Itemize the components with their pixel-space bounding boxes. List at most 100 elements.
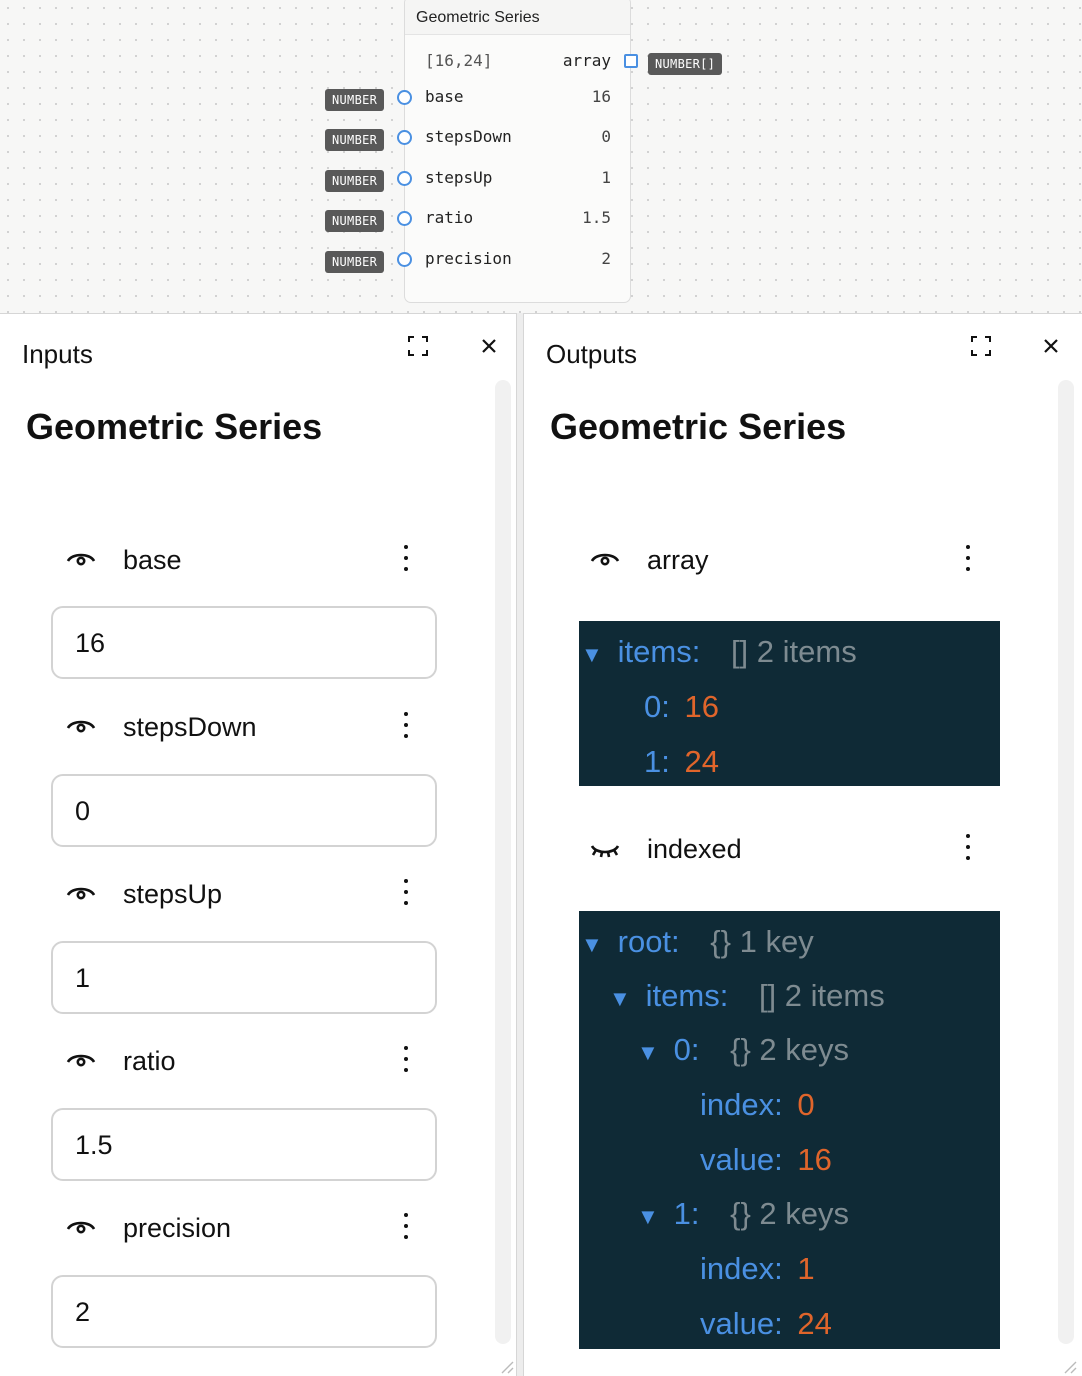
maximize-button[interactable] [404, 332, 432, 360]
outputs-panel: Outputs Geometric Series array ▼ items: … [523, 313, 1082, 1376]
input-label: stepsUp [425, 168, 493, 187]
json-entry: 0: 16 [644, 689, 719, 729]
panel-heading: Geometric Series [550, 406, 847, 447]
json-key: value: [700, 1142, 783, 1177]
more-options-button[interactable] [963, 543, 973, 573]
json-meta: {} 2 keys [730, 1196, 850, 1231]
more-options-button[interactable] [401, 710, 411, 740]
json-key: 1: [644, 744, 670, 779]
json-key: index: [700, 1251, 783, 1286]
precision-input[interactable]: 2 [51, 1275, 437, 1348]
input-port-stepsdown[interactable] [397, 130, 412, 145]
close-button[interactable] [1037, 332, 1065, 360]
node-input-row: stepsDown 0 [397, 125, 630, 149]
field-name: precision [123, 1213, 232, 1243]
output-type-tag: NUMBER[] [648, 53, 723, 75]
eye-icon[interactable] [590, 547, 620, 574]
collapse-triangle-icon[interactable]: ▼ [609, 986, 637, 1012]
node-input-row: stepsUp 1 [397, 166, 630, 190]
input-label: base [425, 87, 464, 106]
field-name: stepsUp [123, 879, 223, 909]
base-input[interactable]: 16 [51, 606, 437, 679]
eye-closed-icon[interactable] [590, 840, 620, 865]
field-header: stepsUp [52, 873, 432, 913]
eye-icon[interactable] [66, 881, 96, 908]
json-entry: index: 1 [700, 1251, 815, 1291]
json-value: 24 [797, 1306, 832, 1341]
json-meta: [] 2 items [730, 634, 857, 669]
json-meta: {} 2 keys [730, 1032, 850, 1067]
json-meta: {} 1 key [710, 924, 814, 959]
ratio-input[interactable]: 1.5 [51, 1108, 437, 1181]
json-viewer-array: ▼ items: [] 2 items 0: 16 1: 24 [579, 621, 1000, 786]
input-value: 1 [601, 168, 611, 187]
eye-icon[interactable] [66, 547, 96, 574]
eye-icon[interactable] [66, 1215, 96, 1242]
json-key: 0: [673, 1032, 700, 1067]
collapse-triangle-icon[interactable]: ▼ [637, 1204, 665, 1230]
maximize-icon [408, 336, 428, 356]
collapse-triangle-icon[interactable]: ▼ [581, 642, 609, 668]
input-port-stepsup[interactable] [397, 171, 412, 186]
panel-label: Inputs [22, 339, 93, 369]
json-node-items[interactable]: ▼ items: [] 2 items [581, 634, 857, 674]
field-header: base [52, 539, 432, 579]
output-preview: [16,24] [425, 51, 493, 70]
input-port-ratio[interactable] [397, 211, 412, 226]
scrollbar[interactable] [1058, 380, 1074, 1344]
field-header: ratio [52, 1040, 432, 1080]
json-node-root[interactable]: ▼ root: {} 1 key [581, 924, 814, 964]
json-key: index: [700, 1087, 783, 1122]
stepsup-input[interactable]: 1 [51, 941, 437, 1014]
collapse-triangle-icon[interactable]: ▼ [637, 1040, 665, 1066]
node-input-row: base 16 [397, 85, 630, 109]
input-label: stepsDown [425, 127, 512, 146]
field-name: ratio [123, 1046, 176, 1076]
field-header: indexed [576, 828, 970, 868]
collapse-triangle-icon[interactable]: ▼ [581, 932, 609, 958]
input-type-tag: NUMBER [325, 89, 385, 111]
node-output-row: [16,24] array [405, 49, 638, 73]
scrollbar[interactable] [495, 380, 511, 1344]
eye-icon[interactable] [66, 714, 96, 741]
json-value: 16 [797, 1142, 832, 1177]
geometric-series-node[interactable]: Geometric Series [16,24] array base 16 s… [397, 0, 638, 303]
json-key: value: [700, 1306, 783, 1341]
field-name: base [123, 545, 182, 575]
input-label: ratio [425, 208, 474, 227]
more-options-button[interactable] [401, 1211, 411, 1241]
maximize-button[interactable] [967, 332, 995, 360]
stepsdown-input[interactable]: 0 [51, 774, 437, 847]
json-entry: value: 16 [700, 1142, 832, 1182]
eye-icon[interactable] [66, 1048, 96, 1075]
more-options-button[interactable] [401, 877, 411, 907]
close-icon [482, 339, 496, 353]
json-node-item[interactable]: ▼ 1: {} 2 keys [637, 1196, 849, 1236]
json-meta: [] 2 items [758, 978, 885, 1013]
input-type-tag: NUMBER [325, 251, 385, 273]
input-type-tag: NUMBER [325, 129, 385, 151]
json-key: 1: [673, 1196, 700, 1231]
close-button[interactable] [475, 332, 503, 360]
more-options-button[interactable] [401, 1044, 411, 1074]
input-label: precision [425, 249, 512, 268]
more-options-button[interactable] [963, 832, 973, 862]
field-name: indexed [647, 834, 742, 864]
input-port-base[interactable] [397, 90, 412, 105]
json-value: 1 [797, 1251, 815, 1286]
json-node-item[interactable]: ▼ 0: {} 2 keys [637, 1032, 849, 1072]
json-node-items[interactable]: ▼ items: [] 2 items [609, 978, 885, 1018]
field-name: stepsDown [123, 712, 257, 742]
input-value: 1.5 [582, 208, 611, 227]
input-port-precision[interactable] [397, 252, 412, 267]
json-value: 24 [684, 744, 719, 779]
output-port-array[interactable] [624, 54, 638, 68]
json-key: items: [617, 634, 701, 669]
more-options-button[interactable] [401, 543, 411, 573]
resize-handle-icon[interactable] [498, 1358, 514, 1374]
json-value: 16 [684, 689, 719, 724]
inputs-panel: Inputs Geometric Series base 16 stepsDow… [0, 313, 517, 1376]
json-key: 0: [644, 689, 670, 724]
resize-handle-icon[interactable] [1061, 1358, 1077, 1374]
graph-canvas[interactable]: Geometric Series [16,24] array base 16 s… [0, 0, 1082, 314]
